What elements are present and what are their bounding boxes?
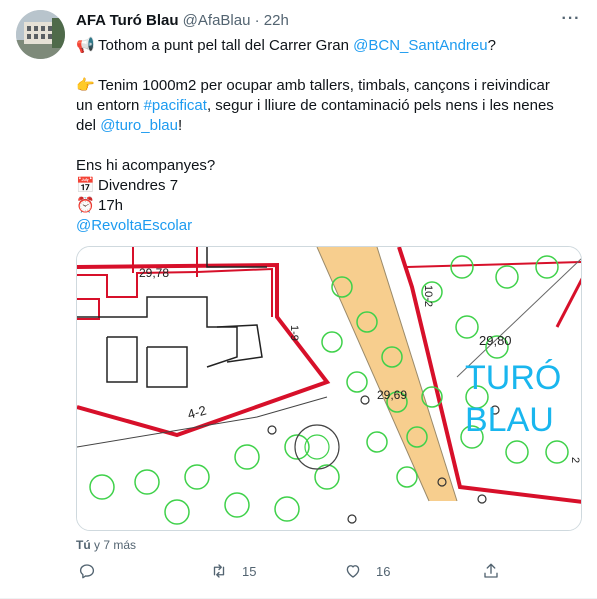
retweet-count: 15	[242, 563, 257, 579]
tweet-line: 📢 Tothom a punt pel tall del Carrer Gran …	[76, 36, 586, 56]
display-name[interactable]: AFA Turó Blau	[76, 12, 179, 29]
tweet-line: del @turo_blau!	[76, 116, 586, 136]
tweet-line	[76, 56, 586, 76]
map-label-turo: TURÓ	[465, 359, 561, 397]
map-label-29-69: 29,69	[377, 388, 407, 402]
tweet-header: AFA Turó Blau @AfaBlau · 22h	[76, 12, 289, 30]
reply-icon	[79, 564, 95, 579]
tweet-text-segment: Ens hi acompanyes?	[76, 157, 216, 174]
tweet-text-segment: , segur i lliure de contaminació pels ne…	[206, 97, 554, 114]
tweet-text-segment: del	[76, 117, 101, 134]
emoji-icon: 📢	[76, 37, 95, 54]
mention-link[interactable]: @BCN_SantAndreu	[353, 37, 487, 54]
map-label-2: 2	[569, 457, 581, 463]
map-label-1-9: 1-9	[288, 325, 300, 341]
tweet-text-segment: 17h	[98, 197, 124, 214]
mention-link[interactable]: @turo_blau	[100, 117, 178, 134]
tweet-line: ⏰ 17h	[76, 196, 586, 216]
tweet-engagement-summary[interactable]: Tú y 7 más	[76, 538, 136, 552]
avatar[interactable]	[16, 10, 65, 59]
tweet-text-segment: un entorn	[76, 97, 144, 114]
map-image: 29,78 1-9 4-2 29,69 10-2 29,80 TURÓ BLAU…	[77, 247, 581, 530]
tweet-line: un entorn #pacificat, segur i lliure de …	[76, 96, 586, 116]
tweet-line: 📅 Divendres 7	[76, 176, 586, 196]
like-count: 16	[376, 563, 391, 579]
tweet-text: 📢 Tothom a punt pel tall del Carrer Gran …	[76, 36, 586, 236]
tweet-media-map[interactable]: 29,78 1-9 4-2 29,69 10-2 29,80 TURÓ BLAU…	[76, 246, 582, 531]
emoji-icon: 👉	[76, 77, 95, 94]
reply-button[interactable]	[78, 562, 110, 580]
tweet-time[interactable]: 22h	[264, 12, 289, 29]
tweet-line: @RevoltaEscolar	[76, 216, 586, 236]
tweet-text-segment: !	[177, 117, 183, 134]
liked-by-others: y 7 más	[90, 538, 137, 552]
like-button[interactable]: 16	[344, 562, 390, 580]
tweet-text-segment: ?	[487, 37, 496, 54]
retweet-icon	[213, 564, 225, 578]
emoji-icon: ⏰	[76, 197, 95, 214]
tweet-text-segment: Tenim 1000m2 per ocupar amb tallers, tim…	[98, 77, 550, 94]
tweet-line	[76, 136, 586, 156]
mention-link[interactable]: @RevoltaEscolar	[76, 217, 192, 234]
tweet-actions: 15 16	[76, 562, 582, 588]
liked-by-you: Tú	[76, 538, 91, 552]
retweet-button[interactable]: 15	[210, 562, 256, 580]
tweet[interactable]: AFA Turó Blau @AfaBlau · 22h ··· 📢 Tothom…	[0, 0, 597, 599]
more-options-icon[interactable]: ···	[559, 10, 583, 30]
hashtag-link[interactable]: #pacificat	[144, 97, 207, 114]
handle[interactable]: @AfaBlau	[183, 12, 251, 29]
separator: ·	[254, 12, 260, 29]
emoji-icon: 📅	[76, 177, 95, 194]
map-label-29-78: 29,78	[139, 266, 169, 280]
heart-icon	[346, 565, 360, 578]
share-icon	[484, 563, 498, 578]
map-label-blau: BLAU	[465, 401, 554, 439]
avatar-image	[16, 10, 65, 59]
tweet-line: 👉 Tenim 1000m2 per ocupar amb tallers, ti…	[76, 76, 586, 96]
tweet-text-segment: Divendres 7	[98, 177, 179, 194]
map-label-10-2: 10-2	[422, 285, 434, 307]
share-button[interactable]	[482, 562, 500, 580]
tweet-line: Ens hi acompanyes?	[76, 156, 586, 176]
tweet-text-segment: Tothom a punt pel tall del Carrer Gran	[98, 37, 354, 54]
map-label-29-80: 29,80	[479, 333, 512, 348]
